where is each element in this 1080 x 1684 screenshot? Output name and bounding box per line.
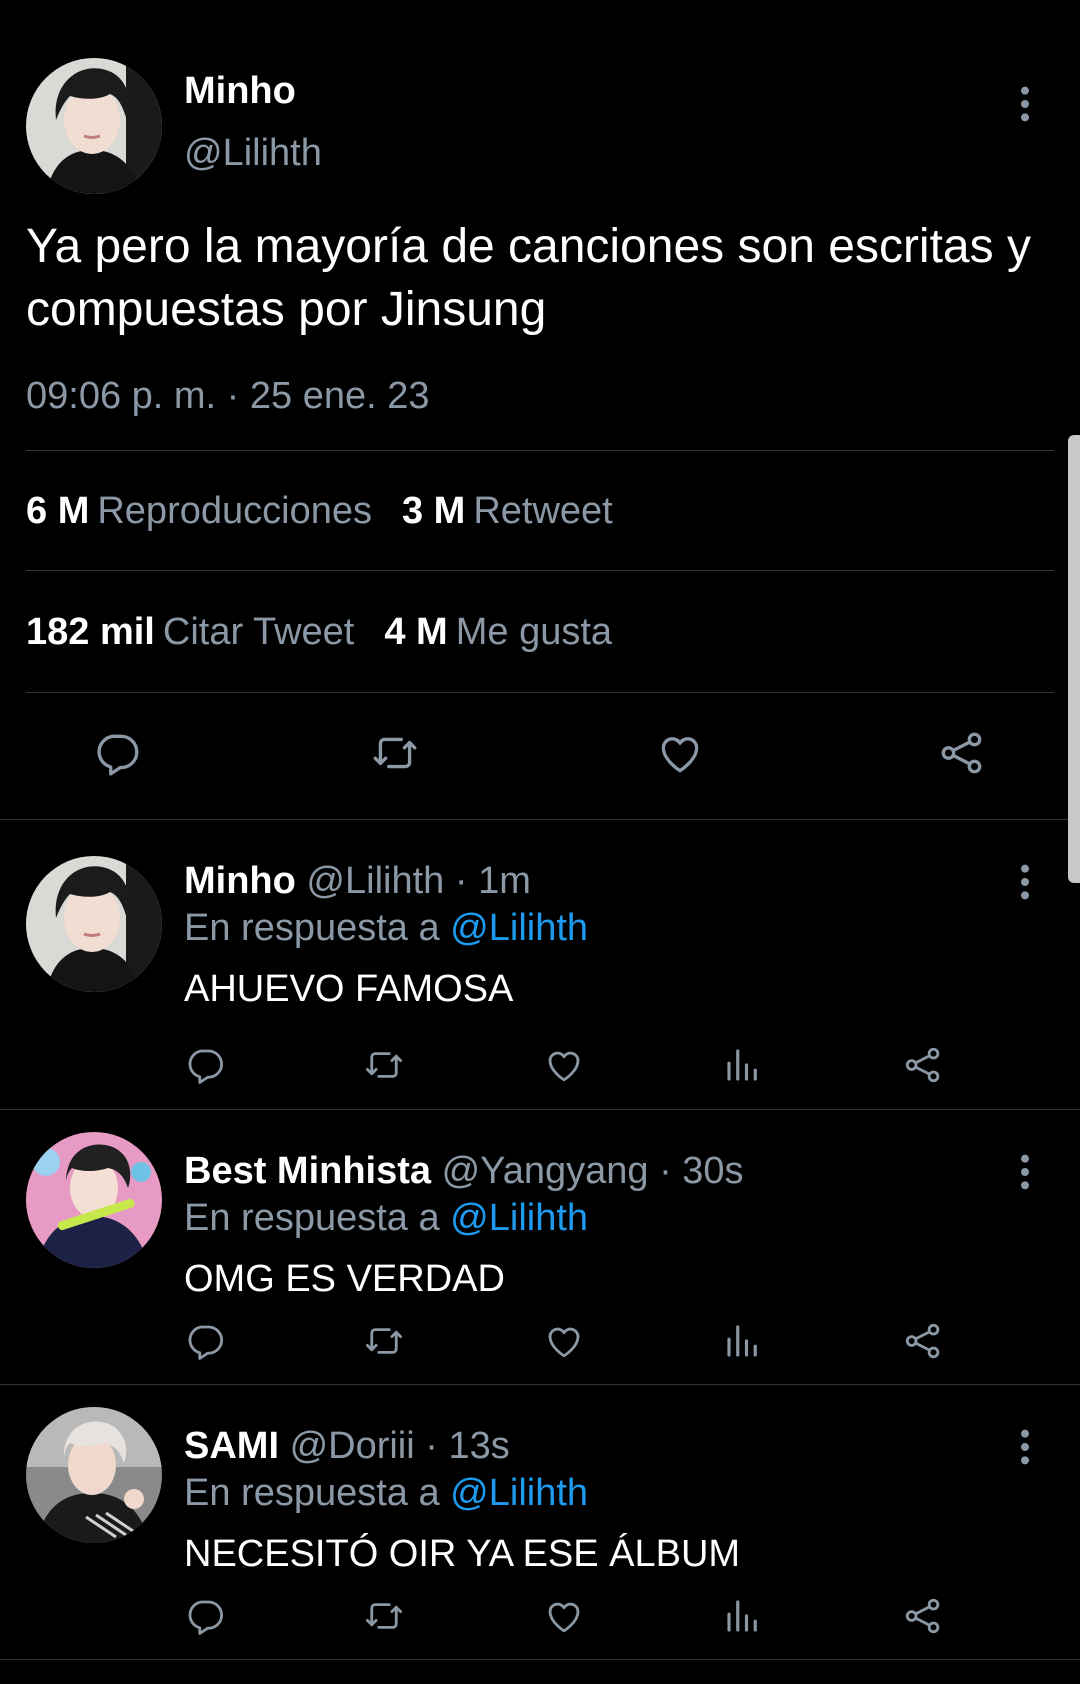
reply-tweet[interactable]: SAMI @Doriii · 13s En respuesta a @Lilih… xyxy=(0,1385,1080,1660)
reply-to-label: En respuesta a xyxy=(184,1472,440,1514)
retweets-label: Retweet xyxy=(473,490,613,532)
retweets-count: 3 M xyxy=(401,490,466,532)
like-icon[interactable] xyxy=(543,1595,585,1637)
like-icon[interactable] xyxy=(655,728,705,778)
reply-to-line: En respuesta a @Lilihth xyxy=(184,1197,588,1240)
share-icon[interactable] xyxy=(937,728,987,778)
reply-header: SAMI @Doriii · 13s xyxy=(184,1425,510,1468)
timestamp[interactable]: 09:06 p. m. · 25 ene. 23 xyxy=(26,375,430,418)
display-name[interactable]: SAMI xyxy=(184,1425,279,1467)
reply-icon[interactable] xyxy=(184,1595,226,1637)
handle[interactable]: @Yangyang xyxy=(442,1150,649,1192)
display-name[interactable]: Best Minhista xyxy=(184,1150,431,1192)
reply-header: Minho @Lilihth · 1m xyxy=(184,860,531,903)
views-label: Reproducciones xyxy=(97,490,372,532)
share-icon[interactable] xyxy=(902,1320,944,1362)
time: · 30s xyxy=(659,1150,744,1192)
tweet-text: Ya pero la mayoría de canciones son escr… xyxy=(26,220,1031,336)
reply-to-label: En respuesta a xyxy=(184,907,440,949)
reply-text: AHUEVO FAMOSA xyxy=(184,968,514,1010)
retweet-icon[interactable] xyxy=(363,1044,405,1086)
reply-to-line: En respuesta a @Lilihth xyxy=(184,1472,588,1515)
scrollbar[interactable] xyxy=(1068,435,1080,883)
views-icon[interactable] xyxy=(722,1044,764,1086)
likes-label: Me gusta xyxy=(455,611,613,653)
share-icon[interactable] xyxy=(902,1595,944,1637)
reply-tweet[interactable]: Best Minhista @Yangyang · 30s En respues… xyxy=(0,1110,1080,1385)
more-options-icon[interactable] xyxy=(1010,862,1040,902)
more-options-icon[interactable] xyxy=(1010,1152,1040,1192)
more-options-icon[interactable] xyxy=(1010,1427,1040,1467)
more-options-icon[interactable] xyxy=(1010,84,1040,124)
views-stat[interactable]: 6 M Reproducciones xyxy=(26,490,402,532)
avatar[interactable] xyxy=(26,1407,162,1543)
views-icon[interactable] xyxy=(722,1595,764,1637)
quotes-stat[interactable]: 182 mil Citar Tweet xyxy=(26,611,384,653)
reply-header: Best Minhista @Yangyang · 30s xyxy=(184,1150,744,1193)
stats-row: 6 M Reproducciones 3 M Retweet xyxy=(26,490,643,533)
handle[interactable]: @Lilihth xyxy=(184,132,322,175)
time: · 1m xyxy=(454,860,531,902)
reply-to-handle[interactable]: @Lilihth xyxy=(450,1197,588,1239)
reply-text: NECESITÓ OIR YA ESE ÁLBUM xyxy=(184,1533,741,1575)
retweet-icon[interactable] xyxy=(370,728,420,778)
likes-stat[interactable]: 4 M Me gusta xyxy=(384,611,642,653)
divider xyxy=(26,450,1054,451)
avatar[interactable] xyxy=(26,1132,162,1268)
like-icon[interactable] xyxy=(543,1044,585,1086)
time: · 13s xyxy=(425,1425,510,1467)
avatar[interactable] xyxy=(26,856,162,992)
views-icon[interactable] xyxy=(722,1320,764,1362)
display-name[interactable]: Minho xyxy=(184,860,296,902)
reply-to-line: En respuesta a @Lilihth xyxy=(184,907,588,950)
reply-to-label: En respuesta a xyxy=(184,1197,440,1239)
display-name[interactable]: Minho xyxy=(184,70,296,113)
main-tweet: Minho @Lilihth Ya pero la mayoría de can… xyxy=(0,0,1080,820)
quotes-count: 182 mil xyxy=(26,611,155,653)
reply-text: OMG ES VERDAD xyxy=(184,1258,505,1300)
handle[interactable]: @Lilihth xyxy=(306,860,444,902)
divider xyxy=(26,570,1054,571)
avatar[interactable] xyxy=(26,58,162,194)
handle[interactable]: @Doriii xyxy=(290,1425,415,1467)
reply-icon[interactable] xyxy=(184,1044,226,1086)
likes-count: 4 M xyxy=(384,611,448,653)
reply-tweet[interactable]: Minho @Lilihth · 1m En respuesta a @Lili… xyxy=(0,820,1080,1110)
like-icon[interactable] xyxy=(543,1320,585,1362)
reply-to-handle[interactable]: @Lilihth xyxy=(450,907,588,949)
stats-row: 182 mil Citar Tweet 4 M Me gusta xyxy=(26,611,642,654)
quotes-label: Citar Tweet xyxy=(162,611,355,653)
reply-icon[interactable] xyxy=(184,1320,226,1362)
retweet-icon[interactable] xyxy=(363,1595,405,1637)
reply-icon[interactable] xyxy=(92,728,142,778)
views-count: 6 M xyxy=(26,490,90,532)
reply-to-handle[interactable]: @Lilihth xyxy=(450,1472,588,1514)
retweet-icon[interactable] xyxy=(363,1320,405,1362)
retweets-stat[interactable]: 3 M Retweet xyxy=(402,490,643,532)
divider xyxy=(26,692,1054,693)
share-icon[interactable] xyxy=(902,1044,944,1086)
